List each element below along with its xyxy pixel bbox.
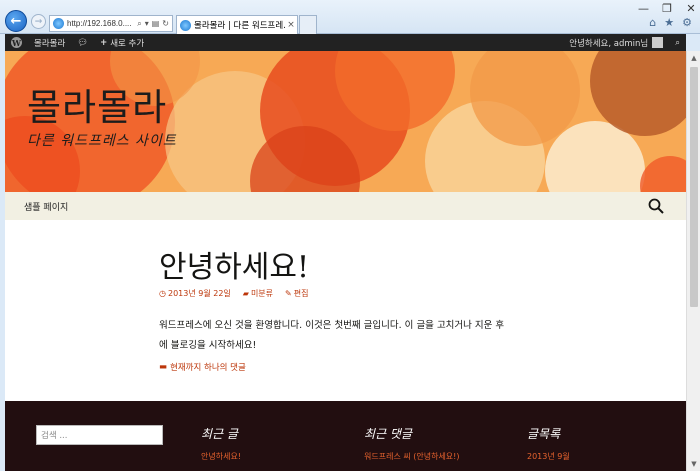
plus-icon: + xyxy=(100,37,108,48)
admin-site-name-label: 몰라몰라 xyxy=(34,38,66,49)
post-body-line-1: 워드프레스에 오신 것을 환영합니다. 이것은 첫번째 글입니다. 이 글을 고… xyxy=(159,320,505,331)
search-icon[interactable] xyxy=(648,198,664,214)
favorites-icon[interactable]: ★ xyxy=(664,16,674,29)
close-window-button[interactable]: ✕ xyxy=(686,2,696,15)
arrow-right-icon: → xyxy=(34,16,43,27)
post-date[interactable]: ◷ 2013년 9월 22일 xyxy=(159,288,231,299)
restore-button[interactable]: ❐ xyxy=(662,2,672,15)
widget-title: 글목록 xyxy=(527,427,561,441)
web-page: 몰라몰라 다른 워드프레스 사이트 샘플 페이지 안녕하세요! ◷ 2013년 … xyxy=(5,51,686,471)
admin-account-menu[interactable]: 안녕하세요, admin님 xyxy=(563,34,669,51)
comment-icon: ▬ xyxy=(159,362,168,372)
admin-new-label: 새로 추가 xyxy=(110,38,145,49)
tab-title: 몰라몰라 | 다른 워드프레... xyxy=(194,21,285,31)
nav-item-sample-page[interactable]: 샘플 페이지 xyxy=(24,200,68,213)
comment-bubble-icon: 💬︎ xyxy=(77,37,89,48)
post-content-area: 안녕하세요! ◷ 2013년 9월 22일 ▰ 미분류 ✎ 편집 워드프레스에 … xyxy=(5,220,686,401)
widget-recent-posts: 최근 글 안녕하세요! xyxy=(201,425,241,462)
scroll-thumb[interactable] xyxy=(690,67,698,307)
tab-close-icon[interactable]: × xyxy=(285,20,297,30)
compat-icon[interactable]: ▤ xyxy=(152,19,160,29)
new-tab-button[interactable] xyxy=(299,15,317,34)
comments-link[interactable]: ▬ 현재까지 하나의 댓글 xyxy=(159,361,246,373)
post-body-line-2: 에 블로깅을 시작하세요! xyxy=(159,340,257,351)
address-text[interactable]: http://192.168.0.... xyxy=(67,19,137,28)
back-button[interactable]: ← xyxy=(5,10,27,32)
widget-title: 최근 글 xyxy=(201,427,238,441)
wp-admin-bar: W 몰라몰라 💬︎ + 새로 추가 안녕하세요, admin님 ⌕ xyxy=(5,34,686,51)
refresh-icon[interactable]: ↻ xyxy=(162,19,169,29)
admin-search[interactable]: ⌕ xyxy=(669,34,686,51)
scroll-down-arrow-icon[interactable]: ▼ xyxy=(687,457,700,471)
tab-page-icon xyxy=(180,19,191,31)
admin-site-name[interactable]: 몰라몰라 xyxy=(28,34,71,51)
post-category[interactable]: ▰ 미분류 xyxy=(243,288,273,299)
folder-icon: ▰ xyxy=(242,289,249,298)
forward-button[interactable]: → xyxy=(31,14,46,29)
site-description: 다른 워드프레스 사이트 xyxy=(27,133,177,149)
recent-comment-link[interactable]: 워드프레스 씨 (안녕하세요!) xyxy=(364,451,460,462)
address-bar[interactable]: http://192.168.0.... ⌕ ▾ ▤ ↻ xyxy=(49,15,173,32)
avatar xyxy=(652,37,664,48)
widget-archives: 글목록 2013년 9월 xyxy=(527,425,570,462)
pencil-icon: ✎ xyxy=(285,289,292,298)
clock-icon: ◷ xyxy=(159,289,166,298)
dropdown-icon[interactable]: ▾ xyxy=(145,19,149,29)
post-title[interactable]: 안녕하세요! xyxy=(159,242,309,286)
post-edit-label: 편집 xyxy=(293,289,309,298)
browser-chrome: ← → http://192.168.0.... ⌕ ▾ ▤ ↻ 몰라몰라 | … xyxy=(0,0,700,34)
main-navigation: 샘플 페이지 xyxy=(5,192,686,220)
admin-greeting: 안녕하세요, admin님 xyxy=(569,38,649,49)
arrow-left-icon: ← xyxy=(10,13,22,29)
scroll-up-arrow-icon[interactable]: ▲ xyxy=(687,51,700,65)
post-body: 워드프레스에 오신 것을 환영합니다. 이것은 첫번째 글입니다. 이 글을 고… xyxy=(159,316,539,356)
post-category-label: 미분류 xyxy=(250,289,274,298)
site-footer: 검색 ... 최근 글 안녕하세요! 최근 댓글 워드프레스 씨 (안녕하세요!… xyxy=(5,401,686,471)
home-icon[interactable]: ⌂ xyxy=(649,16,656,29)
post-edit-link[interactable]: ✎ 편집 xyxy=(285,288,308,299)
widget-title: 최근 댓글 xyxy=(364,427,412,441)
post-meta: ◷ 2013년 9월 22일 ▰ 미분류 ✎ 편집 xyxy=(159,288,308,299)
admin-new-content[interactable]: + 새로 추가 xyxy=(94,34,150,51)
wp-logo-menu[interactable]: W xyxy=(5,34,28,51)
archive-link[interactable]: 2013년 9월 xyxy=(527,451,570,462)
ie-page-icon xyxy=(53,18,64,29)
vertical-scrollbar[interactable]: ▲ ▼ xyxy=(686,51,700,471)
comments-link-label: 현재까지 하나의 댓글 xyxy=(170,363,246,373)
widget-recent-comments: 최근 댓글 워드프레스 씨 (안녕하세요!) xyxy=(364,425,460,462)
footer-search-input[interactable]: 검색 ... xyxy=(36,425,163,445)
recent-post-link[interactable]: 안녕하세요! xyxy=(201,451,241,462)
site-header-image[interactable]: 몰라몰라 다른 워드프레스 사이트 xyxy=(5,51,686,192)
site-title[interactable]: 몰라몰라 xyxy=(27,77,167,131)
search-icon[interactable]: ⌕ xyxy=(137,19,141,29)
search-icon: ⌕ xyxy=(675,37,680,48)
wordpress-logo-icon: W xyxy=(11,37,22,48)
post-date-label: 2013년 9월 22일 xyxy=(167,289,231,298)
admin-comments[interactable]: 💬︎ xyxy=(71,34,94,51)
minimize-button[interactable]: — xyxy=(638,2,649,15)
settings-icon[interactable]: ⚙ xyxy=(682,16,692,29)
browser-tab-active[interactable]: 몰라몰라 | 다른 워드프레... × xyxy=(176,15,298,34)
